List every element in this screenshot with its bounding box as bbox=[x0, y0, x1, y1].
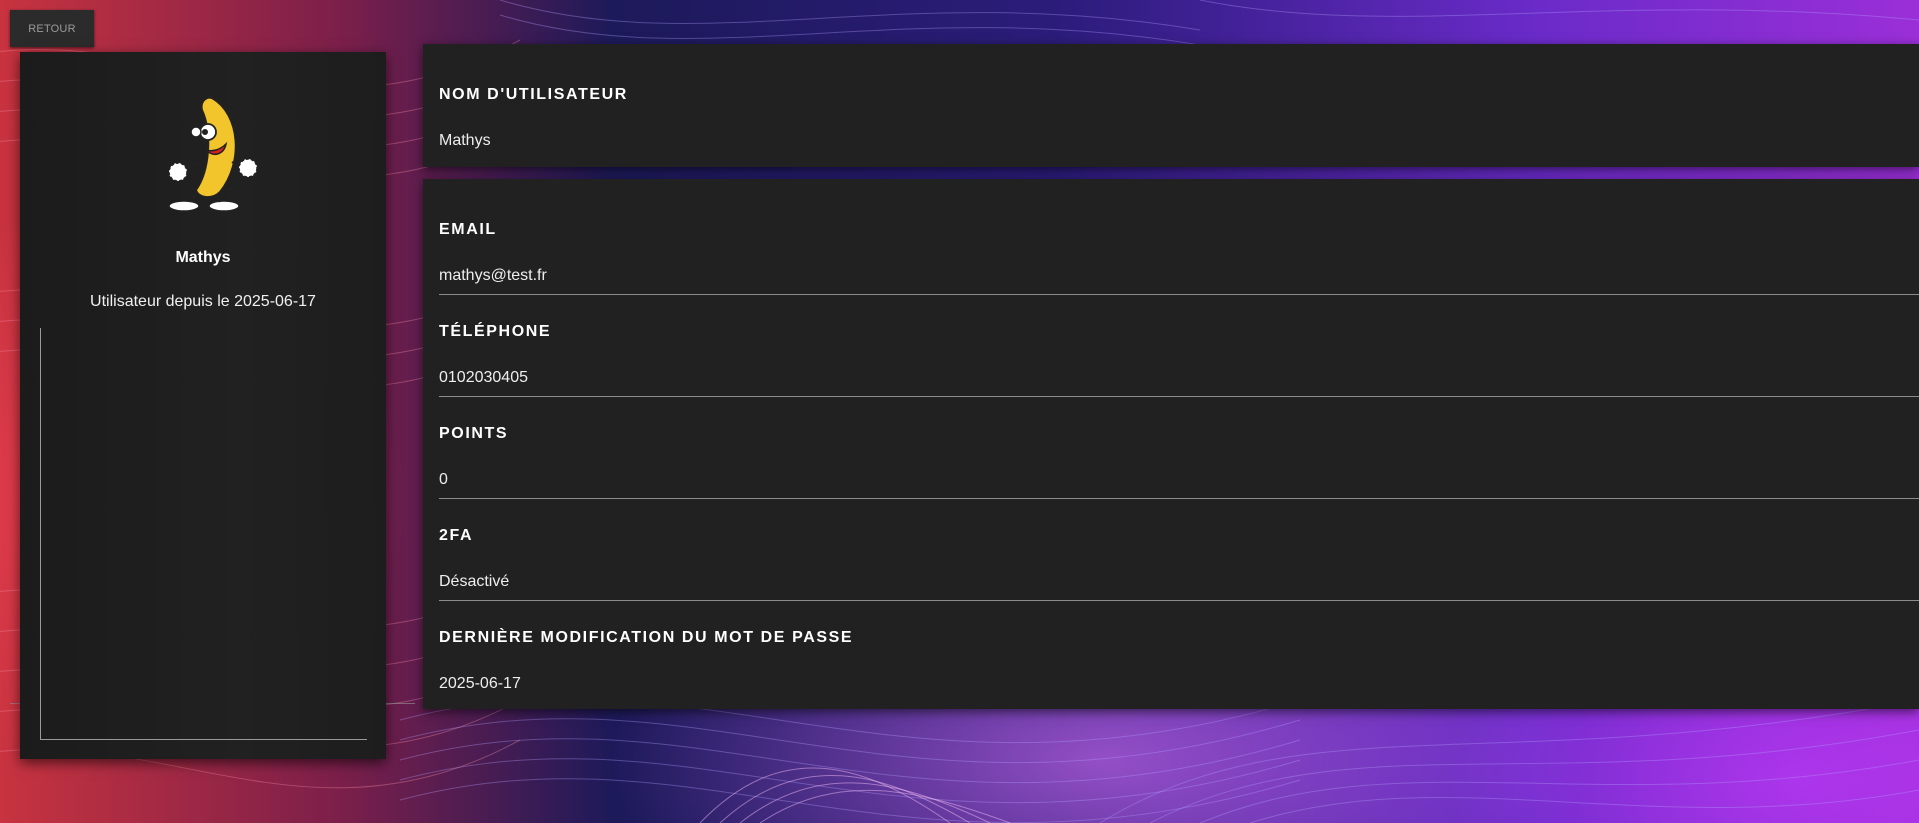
profile-name: Mathys bbox=[175, 249, 231, 266]
twofa-field[interactable]: Désactivé bbox=[439, 573, 509, 591]
phone-underline bbox=[439, 396, 1919, 397]
password-modified-value: 2025-06-17 bbox=[439, 675, 521, 692]
twofa-underline bbox=[439, 600, 1919, 601]
profile-card: Mathys Utilisateur depuis le 2025-06-17 bbox=[20, 52, 386, 759]
twofa-label: 2FA bbox=[439, 527, 474, 544]
password-modified-label: DERNIÈRE MODIFICATION DU MOT DE PASSE bbox=[439, 629, 854, 646]
phone-label: TÉLÉPHONE bbox=[439, 323, 552, 340]
email-field[interactable]: mathys@test.fr bbox=[439, 267, 547, 285]
points-field[interactable]: 0 bbox=[439, 471, 448, 489]
back-button[interactable]: RETOUR bbox=[10, 10, 94, 47]
username-value: Mathys bbox=[439, 132, 491, 149]
member-since-text: Utilisateur depuis le 2025-06-17 bbox=[90, 293, 316, 310]
activity-chart-area bbox=[40, 328, 367, 740]
points-label: POINTS bbox=[439, 425, 509, 442]
email-underline bbox=[439, 294, 1919, 295]
details-panel: EMAIL mathys@test.fr TÉLÉPHONE 010203040… bbox=[423, 179, 1919, 709]
email-label: EMAIL bbox=[439, 221, 497, 238]
dancing-banana-icon bbox=[162, 91, 262, 217]
username-label: NOM D'UTILISATEUR bbox=[439, 86, 628, 103]
points-underline bbox=[439, 498, 1919, 499]
username-panel: NOM D'UTILISATEUR Mathys bbox=[423, 44, 1919, 167]
phone-field[interactable]: 0102030405 bbox=[439, 369, 528, 387]
